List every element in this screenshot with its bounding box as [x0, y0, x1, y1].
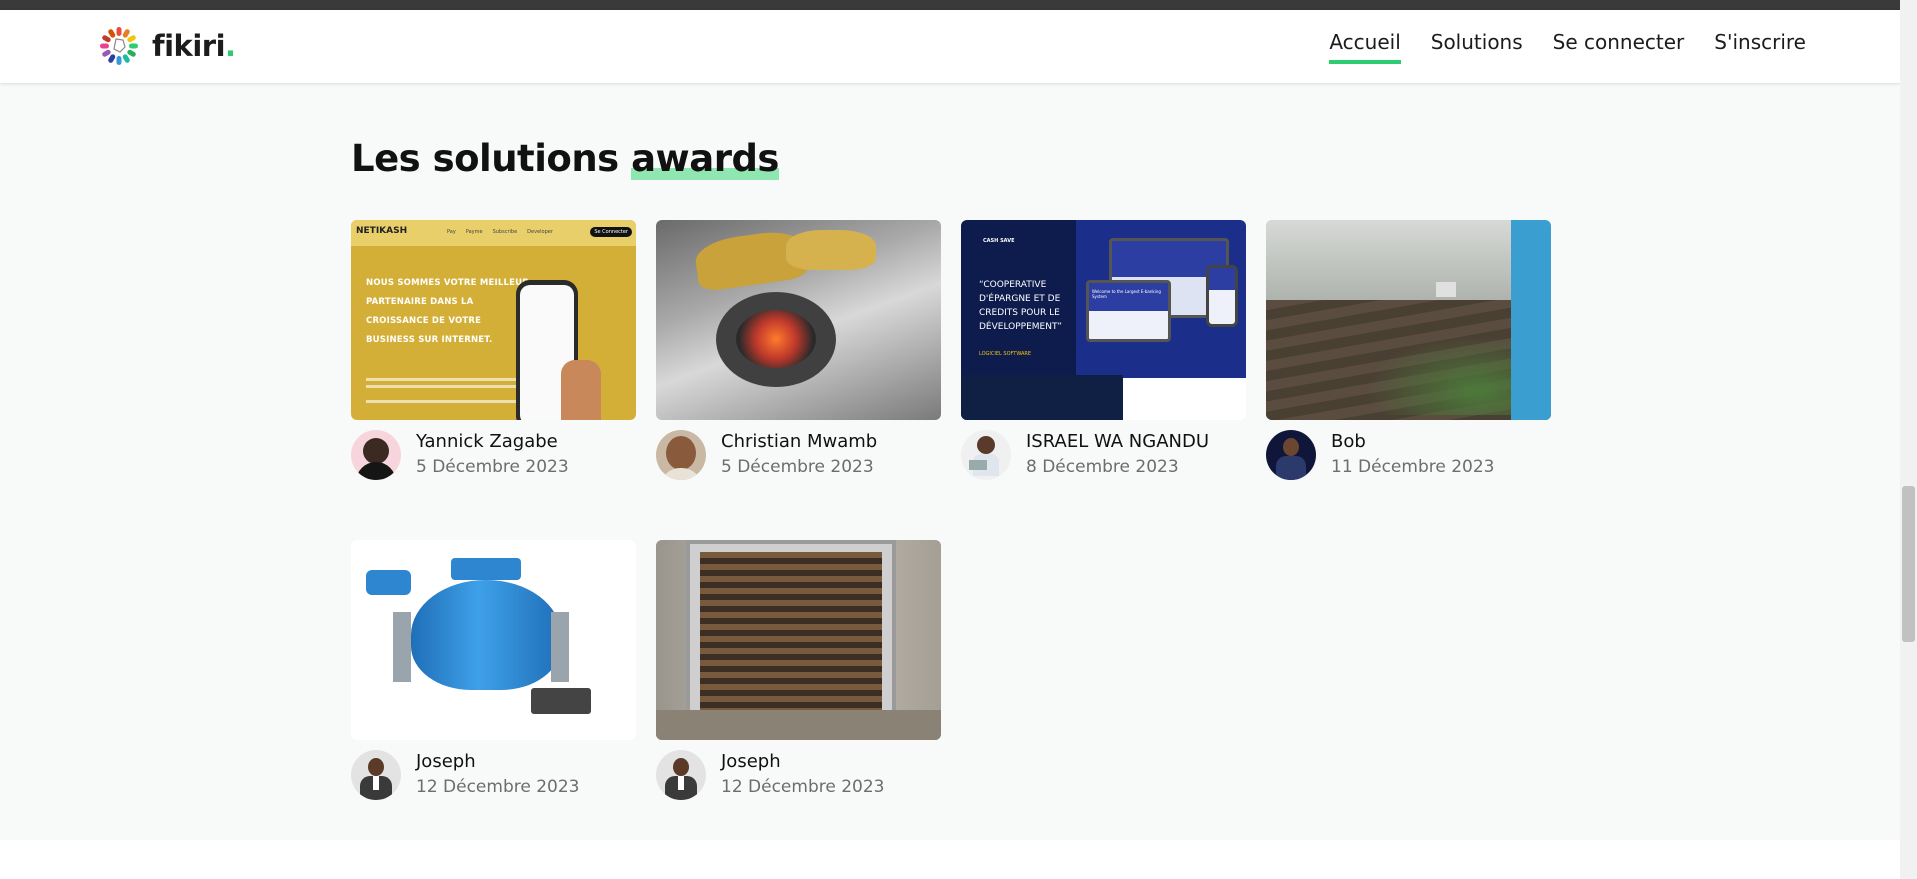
solution-card[interactable]: NETIKASH Pay Payme Subscribe Developer S… — [351, 220, 636, 480]
card-author: Yannick Zagabe — [416, 431, 558, 452]
thumb-brand: CASH SAVE — [983, 238, 1015, 244]
solution-card[interactable]: Christian Mwamb 5 Décembre 2023 — [656, 220, 941, 480]
navbar: fikiri. Accueil Solutions Se connecter S… — [0, 10, 1900, 83]
footer-band — [0, 840, 1900, 879]
thumb-quote: “COOPERATIVE D'ÉPARGNE ET DE CREDITS POU… — [979, 280, 1062, 332]
page-scrollbar[interactable] — [1900, 0, 1917, 879]
solution-card[interactable]: Joseph 12 Décembre 2023 — [351, 540, 636, 800]
card-author: Joseph — [721, 751, 781, 772]
logo[interactable]: fikiri. — [98, 25, 236, 67]
solution-thumbnail[interactable] — [351, 540, 636, 740]
thumb-tag: LOGICIEL SOFTWARE — [979, 351, 1032, 357]
main-nav: Accueil Solutions Se connecter S'inscrir… — [1299, 30, 1806, 64]
card-date: 12 Décembre 2023 — [416, 777, 580, 797]
card-author: Joseph — [416, 751, 476, 772]
digester-icon — [411, 580, 561, 690]
card-date: 11 Décembre 2023 — [1331, 457, 1495, 477]
stove-icon — [716, 292, 836, 387]
nav-sinscrire[interactable]: S'inscrire — [1714, 30, 1806, 64]
nav-se-connecter[interactable]: Se connecter — [1553, 30, 1685, 64]
scrollbar-thumb[interactable] — [1902, 486, 1915, 642]
card-date: 12 Décembre 2023 — [721, 777, 885, 797]
greenhouse-roof — [1266, 220, 1551, 300]
card-meta: ISRAEL WA NGANDU 8 Décembre 2023 — [961, 430, 1246, 480]
solution-card[interactable]: Bob 11 Décembre 2023 — [1266, 220, 1551, 480]
phone-icon — [1206, 265, 1238, 327]
avatar — [656, 430, 706, 480]
solution-card[interactable]: CASH SAVE “COOPERATIVE D'ÉPARGNE ET DE C… — [961, 220, 1246, 480]
card-date: 8 Décembre 2023 — [1026, 457, 1179, 477]
laptop-icon: Welcome to the Largest E-banking System — [1086, 280, 1171, 342]
card-meta: Christian Mwamb 5 Décembre 2023 — [656, 430, 941, 480]
solution-thumbnail[interactable] — [1266, 220, 1551, 420]
card-date: 5 Décembre 2023 — [416, 457, 569, 477]
solution-thumbnail[interactable]: CASH SAVE “COOPERATIVE D'ÉPARGNE ET DE C… — [961, 220, 1246, 420]
solution-thumbnail[interactable]: NETIKASH Pay Payme Subscribe Developer S… — [351, 220, 636, 420]
card-meta: Joseph 12 Décembre 2023 — [351, 750, 636, 800]
nav-solutions[interactable]: Solutions — [1431, 30, 1523, 64]
solution-thumbnail[interactable] — [656, 220, 941, 420]
avatar — [961, 430, 1011, 480]
thumb-menu: Pay Payme Subscribe Developer — [447, 229, 553, 235]
thumb-headline: NOUS SOMMES VOTRE MEILLEUR PARTENAIRE DA… — [366, 278, 529, 345]
gas-stove-icon — [531, 688, 591, 714]
thumb-logo-text: NETIKASH — [356, 226, 408, 236]
thumb-login-pill: Se Connecter — [590, 227, 632, 237]
avatar — [1266, 430, 1316, 480]
solution-thumbnail[interactable] — [656, 540, 941, 740]
avatar — [351, 430, 401, 480]
avatar — [656, 750, 706, 800]
card-author: Christian Mwamb — [721, 431, 878, 452]
fikiri-logo-icon — [100, 27, 138, 65]
card-author: ISRAEL WA NGANDU — [1026, 431, 1210, 452]
nav-accueil[interactable]: Accueil — [1329, 30, 1401, 64]
card-meta: Bob 11 Décembre 2023 — [1266, 430, 1551, 480]
card-meta: Yannick Zagabe 5 Décembre 2023 — [351, 430, 636, 480]
avatar — [351, 750, 401, 800]
card-date: 5 Décembre 2023 — [721, 457, 874, 477]
hand-shape — [561, 360, 601, 420]
browser-top-strip — [0, 0, 1900, 10]
blue-tarp — [1511, 220, 1551, 420]
card-meta: Joseph 12 Décembre 2023 — [656, 750, 941, 800]
section-title: Les solutions awards — [351, 137, 779, 180]
solution-card[interactable]: Joseph 12 Décembre 2023 — [656, 540, 941, 800]
card-author: Bob — [1331, 431, 1366, 452]
brand-name: fikiri. — [152, 29, 236, 63]
